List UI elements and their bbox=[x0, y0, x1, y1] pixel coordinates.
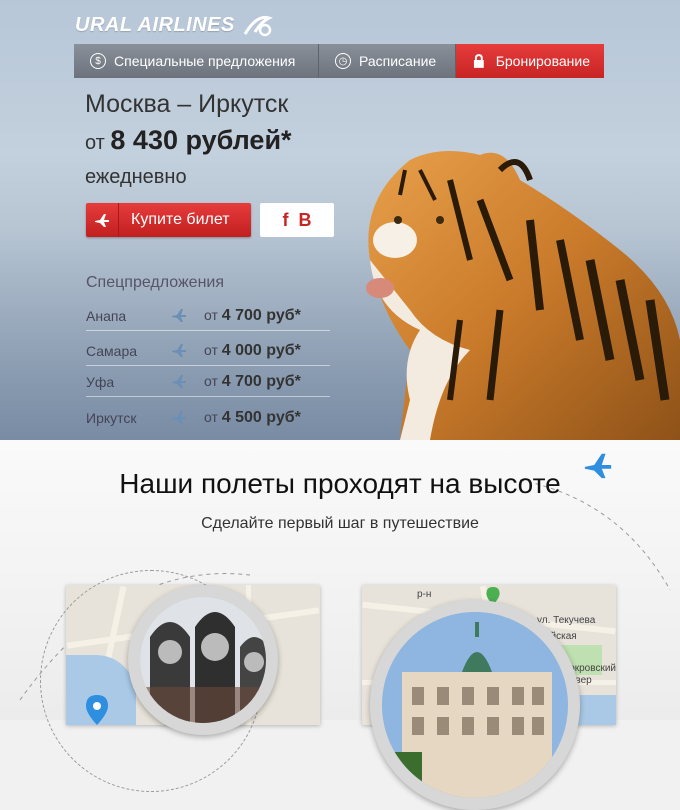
map-label: ул. Текучева bbox=[537, 615, 596, 626]
offer-price: от 4 700 руб* bbox=[204, 307, 301, 324]
brand-logo[interactable]: URAL AIRLINES bbox=[75, 12, 273, 38]
offer-price: от 4 500 руб* bbox=[204, 409, 301, 426]
main-nav: $ Специальные предложения ◷ Расписание Б… bbox=[74, 44, 604, 78]
nav-label: Расписание bbox=[359, 53, 437, 69]
offer-city: Анапа bbox=[86, 308, 127, 324]
buy-ticket-label: Купите билет bbox=[131, 211, 230, 228]
special-offers-title: Спецпредложения bbox=[86, 274, 224, 291]
vkontakte-icon[interactable]: B bbox=[299, 210, 312, 231]
lock-icon bbox=[473, 54, 484, 68]
nav-label: Бронирование bbox=[495, 53, 590, 69]
price-prefix: от bbox=[85, 132, 105, 154]
map-label: р-н bbox=[417, 589, 432, 600]
buy-ticket-button[interactable]: Купите билет bbox=[86, 203, 251, 237]
hero-banner: URAL AIRLINES $ Специальные предложения … bbox=[0, 0, 680, 440]
facebook-icon[interactable]: f bbox=[283, 210, 289, 231]
tiger-image bbox=[366, 151, 680, 440]
clock-icon: ◷ bbox=[335, 53, 351, 69]
nav-booking[interactable]: Бронирование bbox=[456, 44, 604, 78]
route-price: от 8 430 рублей* bbox=[85, 125, 292, 156]
plane-icon bbox=[86, 203, 119, 237]
route-frequency: ежедневно bbox=[85, 166, 187, 188]
offer-city: Самара bbox=[86, 343, 138, 359]
route-title: Москва – Иркутск bbox=[85, 90, 289, 118]
nav-label: Специальные предложения bbox=[114, 53, 296, 69]
destination-photo-right bbox=[370, 600, 580, 810]
offer-row[interactable]: Самара от 4 000 руб* bbox=[86, 337, 330, 366]
social-share: f B bbox=[260, 203, 334, 237]
section-title: Наши полеты проходят на высоте bbox=[119, 468, 561, 499]
offer-row[interactable]: Иркутск от 4 500 руб* bbox=[86, 404, 330, 432]
offer-city: Иркутск bbox=[86, 410, 137, 426]
offer-row[interactable]: Анапа от 4 700 руб* bbox=[86, 302, 330, 331]
section-subtitle: Сделайте первый шаг в путешествие bbox=[201, 515, 479, 532]
offer-city: Уфа bbox=[86, 374, 115, 390]
building-image bbox=[382, 612, 568, 798]
plane-icon bbox=[170, 307, 204, 326]
monument-image bbox=[140, 597, 266, 723]
plane-icon bbox=[170, 373, 204, 392]
dollar-icon: $ bbox=[90, 53, 106, 69]
offer-price: от 4 700 руб* bbox=[204, 373, 301, 390]
price-value: 8 430 рублей* bbox=[110, 125, 292, 155]
destination-photo-left bbox=[128, 585, 278, 735]
plane-icon bbox=[170, 342, 204, 361]
plane-icon bbox=[170, 409, 204, 428]
logo-swirl-icon bbox=[243, 15, 273, 37]
offer-price: от 4 000 руб* bbox=[204, 342, 301, 359]
nav-special-offers[interactable]: $ Специальные предложения bbox=[74, 44, 319, 78]
offer-row[interactable]: Уфа от 4 700 руб* bbox=[86, 368, 330, 397]
nav-schedule[interactable]: ◷ Расписание bbox=[319, 44, 456, 78]
brand-name: URAL AIRLINES bbox=[75, 13, 235, 36]
